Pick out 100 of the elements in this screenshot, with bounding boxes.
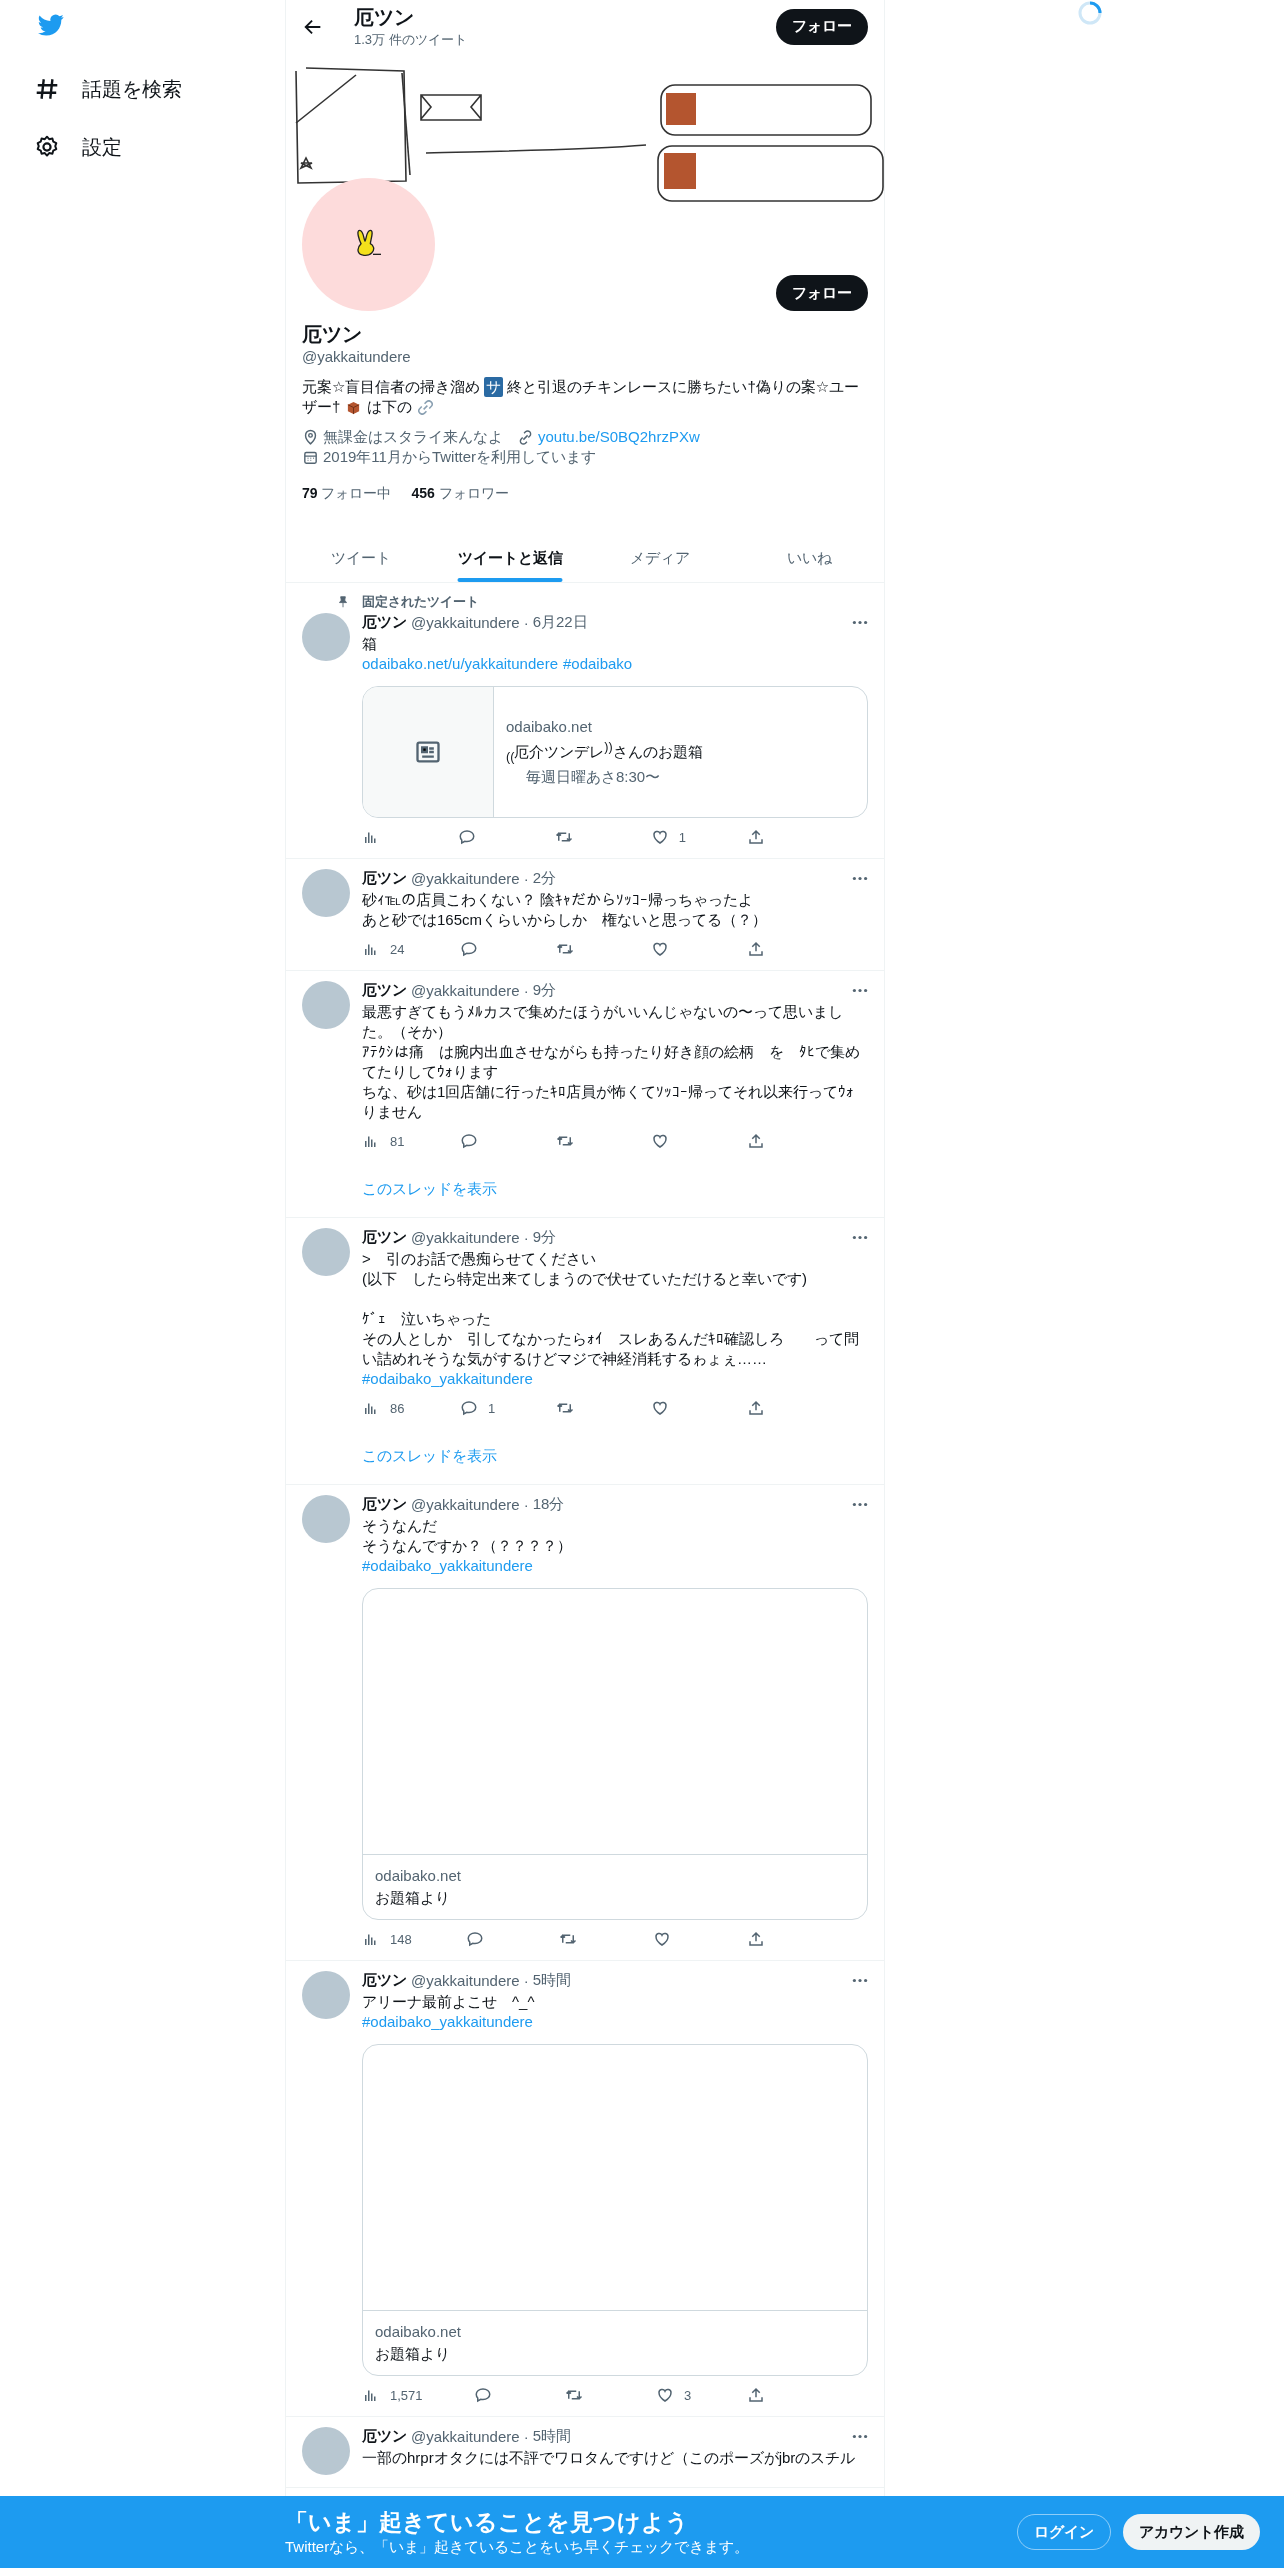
share-icon[interactable] [747,828,765,846]
author-handle[interactable]: @yakkaitundere [411,1972,520,1989]
tweet-text: > 引のお話で愚痴らせてください [362,1249,597,1269]
heart-icon[interactable] [651,1132,670,1150]
emoji-badge: サ [484,377,504,397]
author-name[interactable]: 厄ツン [362,613,407,632]
profile-name: 厄ツン [302,322,363,347]
heart-icon[interactable] [653,1930,672,1948]
tweet-text: 砂ｨ℡の店員こわくない？ 陰ｷｬだからｿｯｺｰ帰っちゃったよ [362,890,755,910]
tweet-text: (以下 したら特定出来てしまうので伏せていただけると幸いです) [362,1269,808,1289]
author-handle[interactable]: @yakkaitundere [411,870,520,887]
profile-handle: @yakkaitundere [302,348,412,365]
bio-text: は下の [367,397,413,417]
author-handle[interactable]: @yakkaitundere [411,982,520,999]
profile-tab[interactable]: ツイート [286,533,436,582]
share-icon[interactable] [747,2386,765,2404]
profile-tab[interactable]: いいね [734,533,884,582]
author-handle[interactable]: @yakkaitundere [411,2428,520,2445]
profile-title: 厄ツン [354,5,415,30]
share-icon[interactable] [746,1399,765,1417]
tweet-text: そうなんだ [362,1516,438,1536]
profile-tab[interactable]: メディア [585,533,735,582]
reply-icon[interactable] [460,1132,479,1150]
link-card[interactable]: odaibako.net $_{((}$厄介ツンデレ$^{))}$さんのお題箱 毎週日曜あさ8:30〜 [362,686,868,818]
bird-icon[interactable] [36,12,66,38]
separator-dot: · [523,1496,529,1513]
heart-icon[interactable] [651,940,670,958]
author-name[interactable]: 厄ツン [362,869,407,888]
tweet-text: 最悪すぎてもうﾒﾙカスで集めたほうがいいんじゃないの〜って思いました。（そか） [362,1002,844,1042]
card-title: お題箱より [375,1888,451,1908]
tweet-text: ｹﾞｪ 泣いちゃった [362,1309,492,1329]
action-count: 24 [390,941,405,957]
more-icon[interactable] [852,1502,868,1507]
author-handle[interactable]: @yakkaitundere [411,1496,520,1513]
author-name[interactable]: 厄ツン [362,2427,407,2446]
separator-dot: · [523,1972,529,1989]
following-count-link[interactable]: 79 フォロー中 [302,485,392,503]
profile-tab[interactable]: ツイートと返信 [435,533,585,582]
nav-item[interactable]: 話題を検索 [34,60,182,118]
more-icon[interactable] [852,1235,868,1240]
heart-icon[interactable] [655,2386,674,2404]
tweet-time[interactable]: 5時間 [532,1971,571,1990]
tweet-time[interactable]: 2分 [532,869,556,888]
followers-count-link[interactable]: 456 フォロワー [411,485,509,503]
reply-icon[interactable] [460,940,479,958]
action-count: 81 [390,1133,405,1149]
share-icon[interactable] [746,1132,765,1150]
tweet-text: 一部のhrprオタクには不評でワロタんですけど（このポーズがjbrのスチル [362,2448,857,2468]
heart-icon[interactable] [650,828,669,846]
card-title: $_{((}$厄介ツンデレ$^{))}$さんのお題箱 [506,739,703,766]
reply-icon[interactable] [458,828,477,846]
card-title: お題箱より [375,2344,451,2364]
author-name[interactable]: 厄ツン [362,1971,407,1990]
separator-dot: · [523,870,529,887]
card-domain: odaibako.net [375,2322,462,2342]
reply-icon[interactable] [473,2386,492,2404]
bio-text: 終と引退のチキンレースに勝ちたい†偽りの案☆ユー [507,377,860,397]
follow-button[interactable]: フォロー [776,275,868,311]
tweet-text: 箱 [362,634,378,654]
nav-item[interactable]: 設定 [34,118,122,176]
author-name[interactable]: 厄ツン [362,1495,407,1514]
tweet-text: そうなんですか？（？？？？） [362,1536,573,1556]
card-domain: odaibako.net [375,1866,462,1886]
signup-button[interactable]: アカウント作成 [1123,2514,1260,2550]
share-icon[interactable] [746,1930,765,1948]
more-icon[interactable] [852,2434,868,2439]
link-card[interactable]: odaibako.net お題箱より [362,1588,868,1920]
tweet-text: あと砂では165cmくらいからしか 権ないと思ってる（？） [362,910,769,930]
link-icon [517,428,534,446]
tweet-time[interactable]: 6月22日 [532,613,588,632]
box-icon [346,399,362,415]
tweet-time[interactable]: 9分 [532,981,556,1000]
more-icon[interactable] [852,620,868,625]
card-domain: odaibako.net [506,717,593,737]
tweet-text: その人としか 引してなかったらｫｲ スレあるんだｷﾛ確認しろ って問い詰めれそうな気がするけどマジで神経消耗するゎょぇ…… [362,1329,860,1369]
card-description: 毎週日曜あさ8:30〜 [525,767,662,787]
heart-icon[interactable] [651,1399,670,1417]
author-name[interactable]: 厄ツン [362,981,407,1000]
author-handle[interactable]: @yakkaitundere [411,1229,520,1246]
author-name[interactable]: 厄ツン [362,1228,407,1247]
loading-spinner-icon [1077,0,1103,26]
action-count: 1 [488,1400,496,1416]
action-count: 1 [678,829,686,845]
tweet-time[interactable]: 9分 [532,1228,556,1247]
bio-text: ザー† [302,397,341,417]
share-icon[interactable] [746,940,765,958]
more-icon[interactable] [852,876,868,881]
more-icon[interactable] [852,1978,868,1983]
location-pin-icon [302,428,319,446]
separator-dot: · [523,2428,529,2445]
profile-location: 無課金はスタライ来んなよ [323,427,503,447]
tweet-time[interactable]: 18分 [532,1495,565,1514]
action-count: 3 [683,2387,692,2403]
reply-icon[interactable] [460,1399,479,1417]
link-card[interactable]: odaibako.net お題箱より [362,2044,868,2376]
author-handle[interactable]: @yakkaitundere [411,614,520,631]
reply-icon[interactable] [465,1930,484,1948]
tweet-time[interactable]: 5時間 [532,2427,571,2446]
follow-button[interactable]: フォロー [776,8,868,45]
more-icon[interactable] [852,988,868,993]
